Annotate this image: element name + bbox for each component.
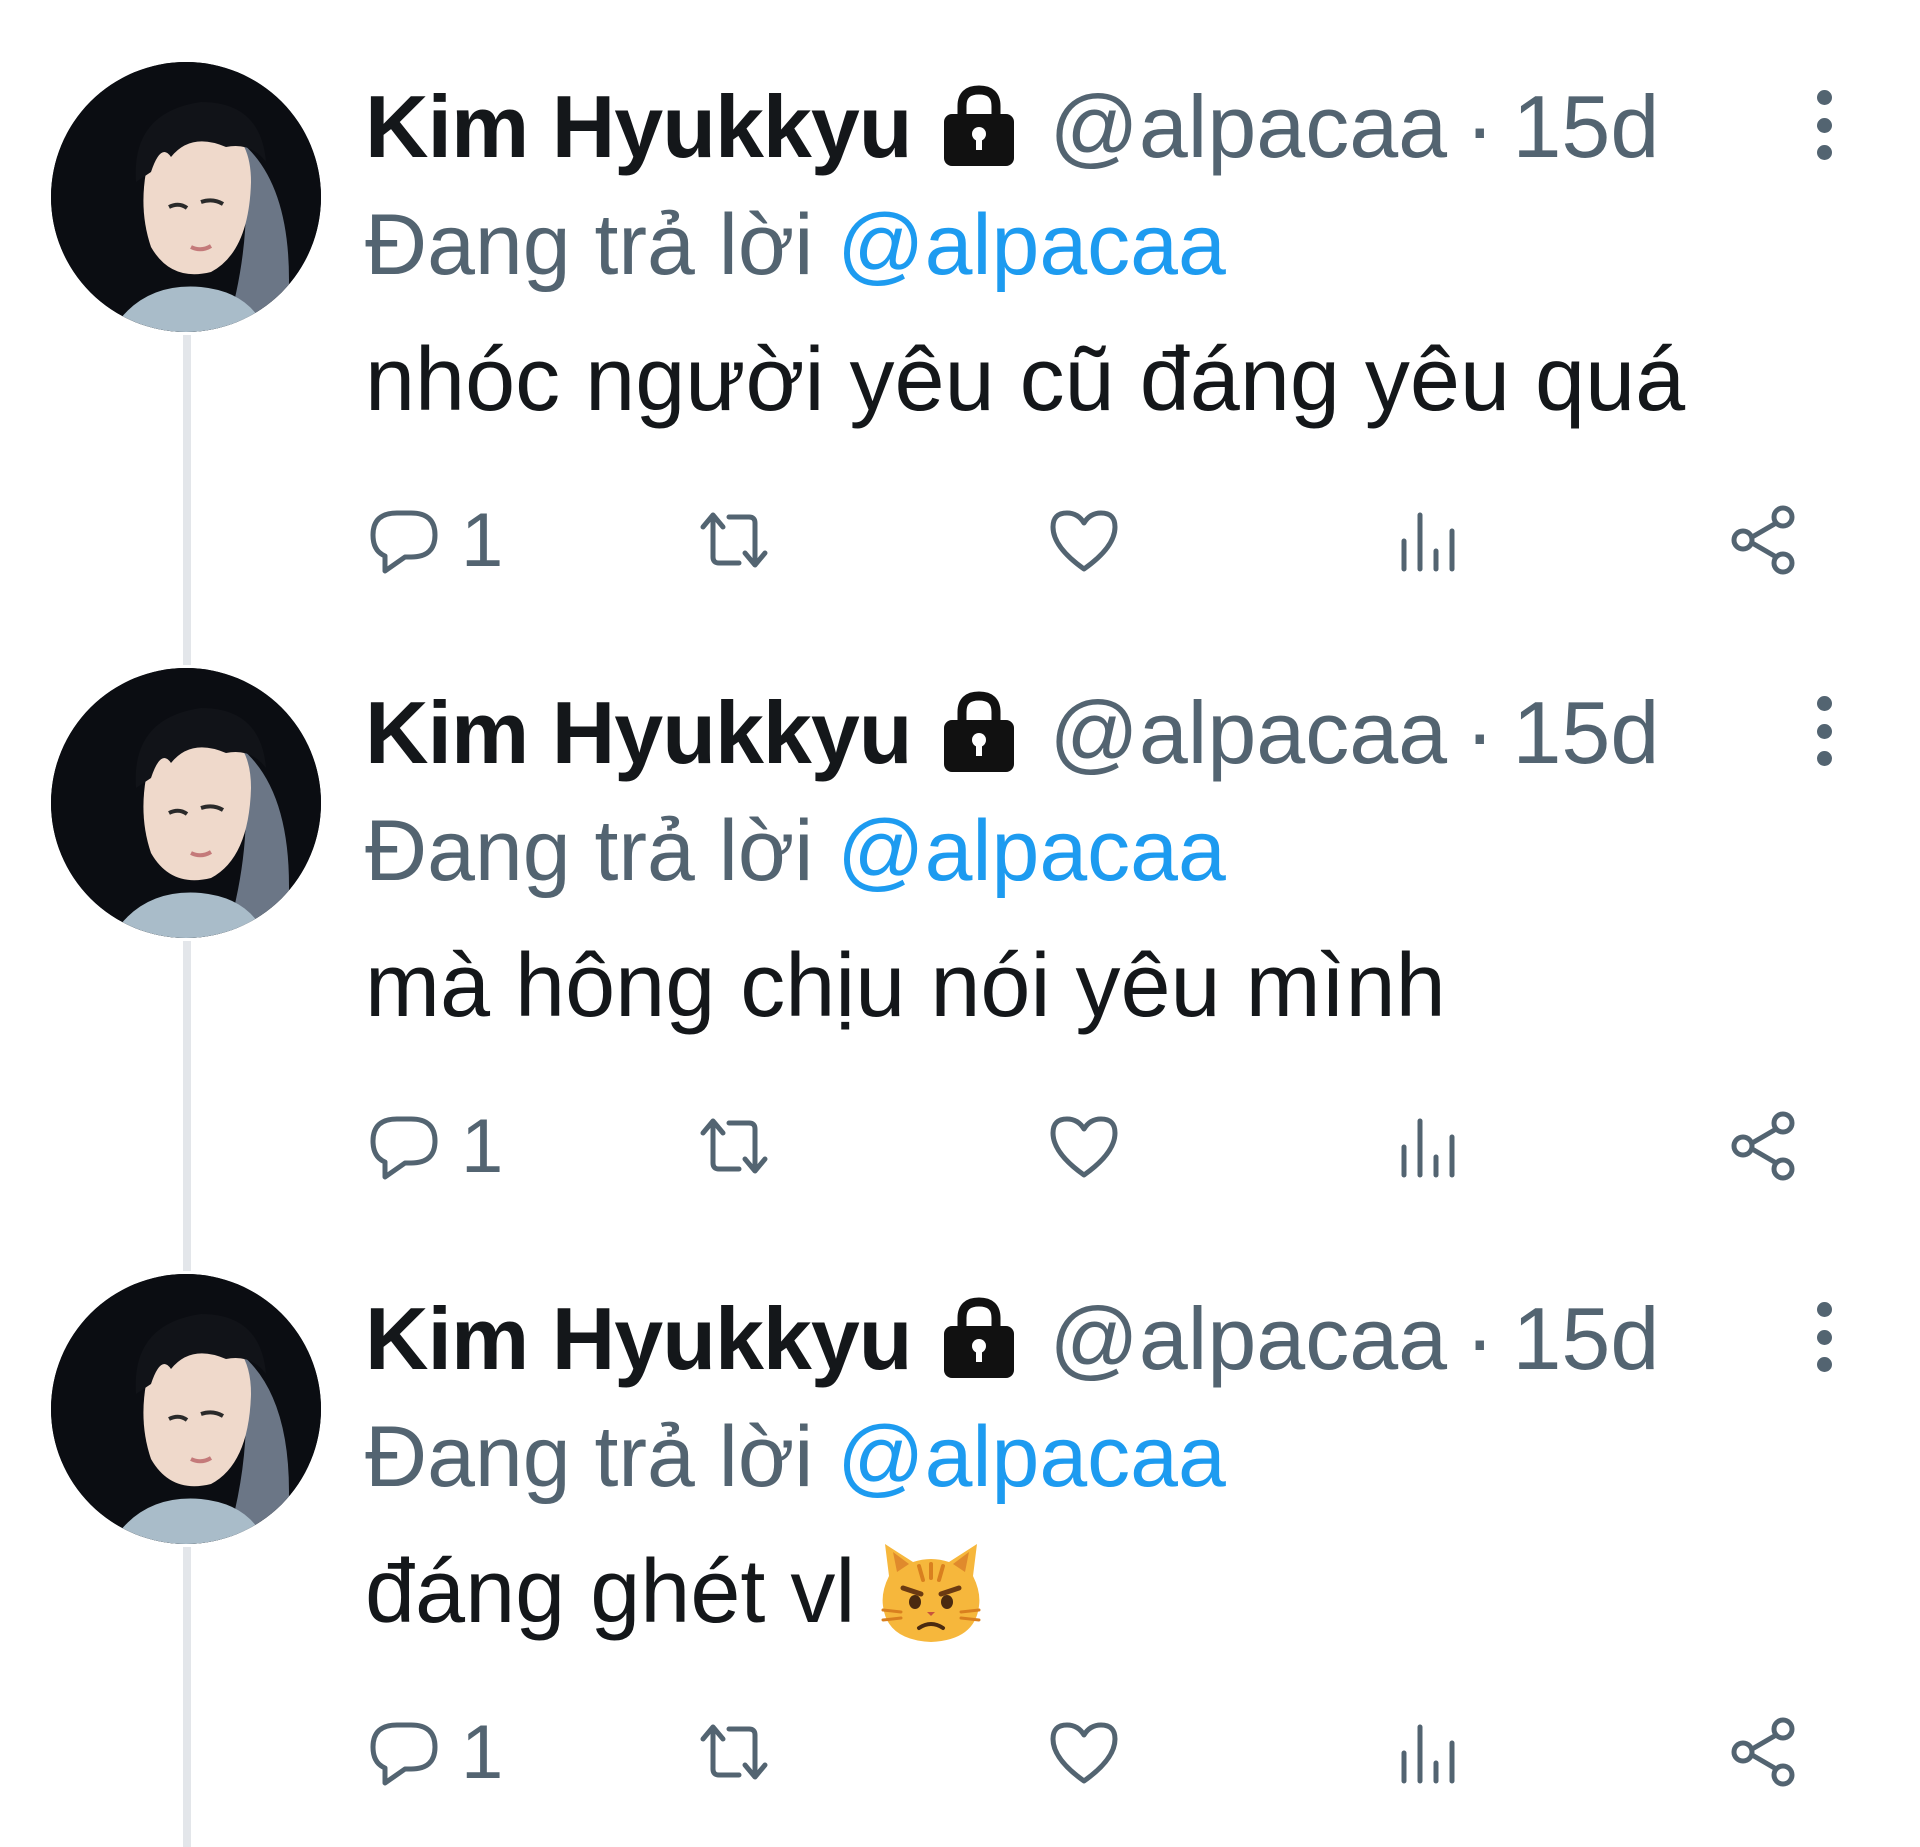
views-button[interactable] [1390, 1707, 1468, 1797]
lock-icon [934, 688, 1024, 778]
thread-line [183, 1547, 191, 1847]
share-button[interactable] [1725, 495, 1803, 585]
like-button[interactable] [1045, 1101, 1123, 1191]
tweet[interactable]: Kim Hyukkyu @alpacaa · 15d Đang trả lời … [0, 0, 1920, 665]
share-icon [1731, 505, 1795, 575]
views-icon [1401, 1724, 1455, 1784]
retweet-icon [700, 1724, 768, 1780]
tweet-text: mà hông chịu nói yêu mình [365, 926, 1446, 1046]
author-name[interactable]: Kim Hyukkyu [365, 1288, 913, 1390]
retweet-button[interactable] [695, 495, 773, 585]
avatar[interactable] [51, 668, 321, 938]
reply-icon [370, 510, 438, 574]
replying-to: Đang trả lời @alpacaa [365, 1402, 1226, 1512]
views-button[interactable] [1390, 495, 1468, 585]
like-button[interactable] [1045, 495, 1123, 585]
avatar-image [51, 1274, 321, 1544]
separator-dot: · [1465, 683, 1495, 782]
action-bar: 1 [365, 495, 1825, 585]
mention-link[interactable]: @alpacaa [837, 1409, 1226, 1505]
avatar-image [51, 62, 321, 332]
reply-button[interactable]: 1 [365, 495, 503, 585]
tweet-header: Kim Hyukkyu @alpacaa · 15d [365, 678, 1659, 788]
retweet-icon [700, 512, 768, 568]
retweet-button[interactable] [695, 1707, 773, 1797]
replying-prefix: Đang trả lời [365, 1409, 814, 1505]
more-options-icon[interactable] [1806, 1302, 1842, 1372]
action-bar: 1 [365, 1707, 1825, 1797]
avatar[interactable] [51, 62, 321, 332]
retweet-button[interactable] [695, 1101, 773, 1191]
avatar-image [51, 668, 321, 938]
replying-prefix: Đang trả lời [365, 197, 814, 293]
author-handle[interactable]: @alpacaa [1050, 682, 1448, 784]
timestamp[interactable]: 15d [1512, 1288, 1659, 1390]
reply-icon [370, 1116, 438, 1180]
share-button[interactable] [1725, 1707, 1803, 1797]
replying-to: Đang trả lời @alpacaa [365, 796, 1226, 906]
tweet-text-content: nhóc người yêu cũ đáng yêu quá [365, 330, 1686, 430]
share-button[interactable] [1725, 1101, 1803, 1191]
share-icon [1731, 1111, 1795, 1181]
timestamp[interactable]: 15d [1512, 682, 1659, 784]
action-bar: 1 [365, 1101, 1825, 1191]
tweet-text: đáng ghét vl [365, 1532, 987, 1652]
reply-icon [370, 1722, 438, 1786]
views-icon [1401, 1118, 1455, 1178]
tweet-text-content: mà hông chịu nói yêu mình [365, 936, 1446, 1036]
author-handle[interactable]: @alpacaa [1050, 76, 1448, 178]
timestamp[interactable]: 15d [1512, 76, 1659, 178]
reply-count: 1 [461, 497, 504, 583]
separator-dot: · [1465, 1289, 1495, 1388]
more-options-icon[interactable] [1806, 90, 1842, 160]
tweet-header: Kim Hyukkyu @alpacaa · 15d [365, 72, 1659, 182]
heart-icon [1050, 1722, 1118, 1784]
tweet[interactable]: Kim Hyukkyu @alpacaa · 15d Đang trả lời … [0, 606, 1920, 1271]
retweet-icon [700, 1118, 768, 1174]
views-icon [1401, 512, 1455, 572]
mention-link[interactable]: @alpacaa [837, 197, 1226, 293]
share-icon [1731, 1717, 1795, 1787]
pouting-cat-emoji [875, 1536, 987, 1648]
tweet-header: Kim Hyukkyu @alpacaa · 15d [365, 1284, 1659, 1394]
reply-count: 1 [461, 1709, 504, 1795]
separator-dot: · [1465, 77, 1495, 176]
reply-count: 1 [461, 1103, 504, 1189]
heart-icon [1050, 510, 1118, 572]
replying-prefix: Đang trả lời [365, 803, 814, 899]
like-button[interactable] [1045, 1707, 1123, 1797]
tweet-text: nhóc người yêu cũ đáng yêu quá [365, 320, 1685, 440]
lock-icon [934, 82, 1024, 172]
reply-button[interactable]: 1 [365, 1101, 503, 1191]
heart-icon [1050, 1116, 1118, 1178]
replying-to: Đang trả lời @alpacaa [365, 190, 1226, 300]
author-name[interactable]: Kim Hyukkyu [365, 682, 913, 784]
mention-link[interactable]: @alpacaa [837, 803, 1226, 899]
lock-icon [934, 1294, 1024, 1384]
tweet-text-content: đáng ghét vl [365, 1542, 856, 1642]
author-handle[interactable]: @alpacaa [1050, 1288, 1448, 1390]
author-name[interactable]: Kim Hyukkyu [365, 76, 913, 178]
tweet[interactable]: Kim Hyukkyu @alpacaa · 15d Đang trả lời … [0, 1212, 1920, 1847]
reply-button[interactable]: 1 [365, 1707, 503, 1797]
more-options-icon[interactable] [1806, 696, 1842, 766]
avatar[interactable] [51, 1274, 321, 1544]
views-button[interactable] [1390, 1101, 1468, 1191]
